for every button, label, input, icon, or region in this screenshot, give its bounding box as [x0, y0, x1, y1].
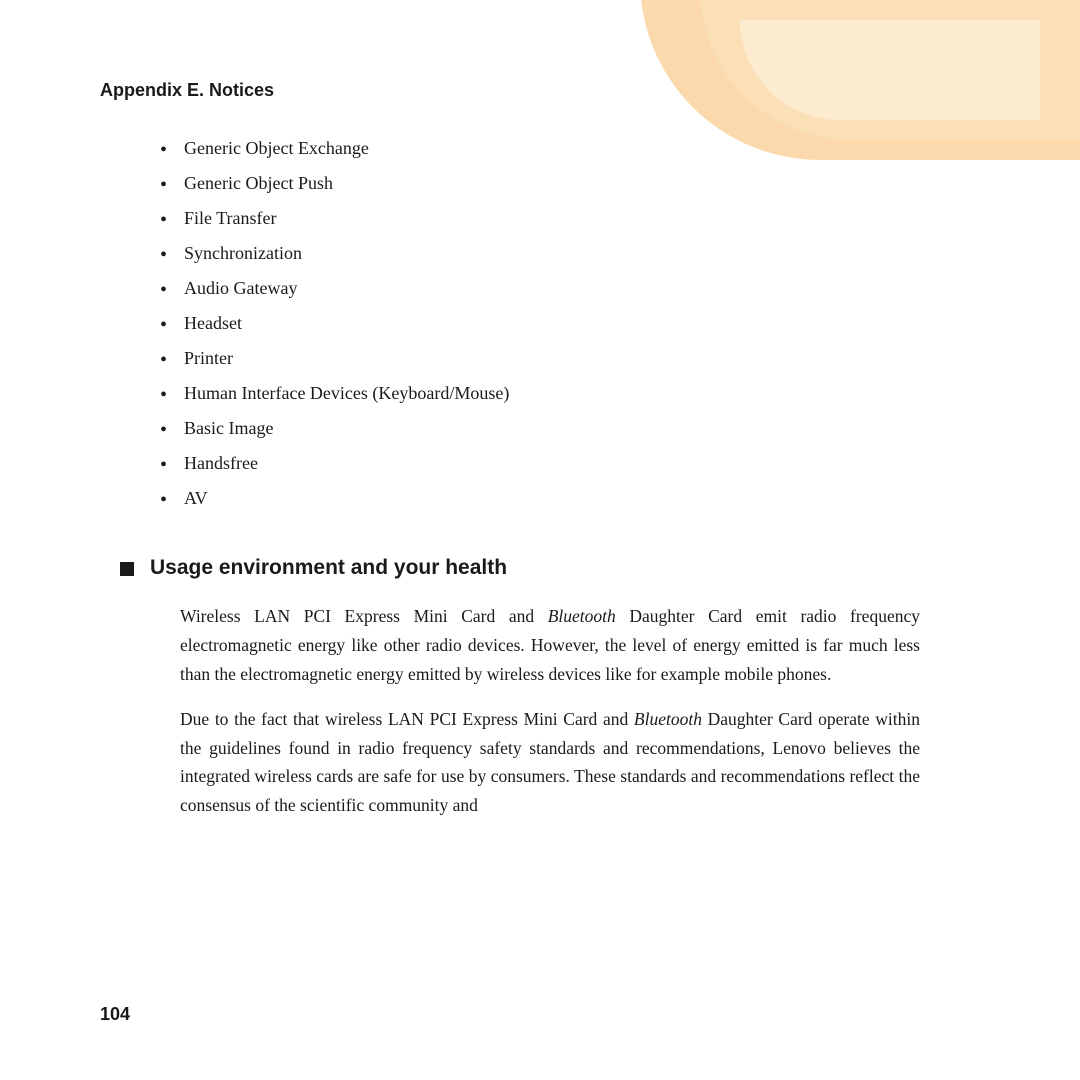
- appendix-header: Appendix E. Notices: [100, 80, 980, 101]
- list-item: Generic Object Exchange: [160, 131, 980, 166]
- section-heading: Usage environment and your health: [150, 556, 507, 580]
- paragraph-2: Due to the fact that wireless LAN PCI Ex…: [180, 705, 920, 821]
- list-item: Human Interface Devices (Keyboard/Mouse): [160, 376, 980, 411]
- page-content: Appendix E. Notices Generic Object Excha…: [0, 0, 1080, 896]
- paragraph-2-start: Due to the fact that wireless LAN PCI Ex…: [180, 709, 634, 729]
- bullet-list: Generic Object Exchange Generic Object P…: [160, 131, 980, 516]
- list-item: Synchronization: [160, 236, 980, 271]
- list-item: Audio Gateway: [160, 271, 980, 306]
- list-item: Handsfree: [160, 446, 980, 481]
- section-square-icon: [120, 562, 134, 576]
- list-item: Headset: [160, 306, 980, 341]
- paragraph-1: Wireless LAN PCI Express Mini Card and B…: [180, 602, 920, 689]
- list-item: File Transfer: [160, 201, 980, 236]
- paragraph-1-italic: Bluetooth: [548, 606, 616, 626]
- paragraph-2-italic: Bluetooth: [634, 709, 702, 729]
- section-heading-wrapper: Usage environment and your health: [120, 556, 980, 580]
- list-item: Basic Image: [160, 411, 980, 446]
- list-item: AV: [160, 481, 980, 516]
- list-item: Printer: [160, 341, 980, 376]
- paragraph-1-start: Wireless LAN PCI Express Mini Card and: [180, 606, 548, 626]
- list-item: Generic Object Push: [160, 166, 980, 201]
- section-body: Wireless LAN PCI Express Mini Card and B…: [180, 602, 920, 820]
- page-number: 104: [100, 1004, 130, 1025]
